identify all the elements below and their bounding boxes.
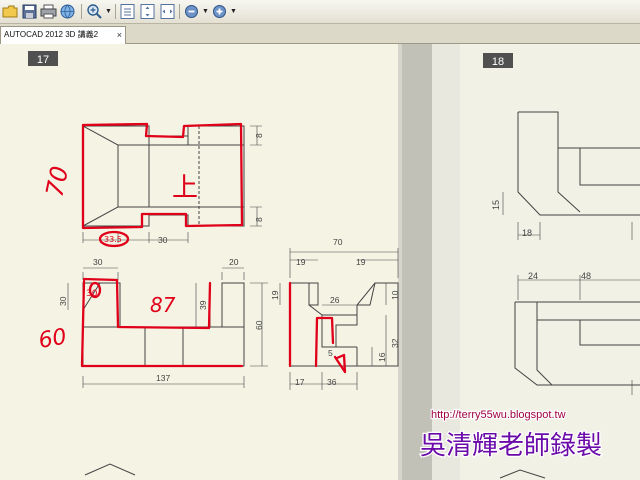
dim-30-side: 30 bbox=[58, 296, 68, 306]
page-gutter-shadow bbox=[402, 44, 432, 480]
hand-up: 上 bbox=[172, 173, 198, 203]
zoom-in-tool-button[interactable] bbox=[86, 3, 103, 20]
actual-size-icon bbox=[120, 4, 135, 19]
fit-width-button[interactable] bbox=[159, 3, 176, 20]
dim-8-top: 8 bbox=[254, 133, 264, 138]
watermark-credit: 吳清輝老師錄製 bbox=[420, 431, 602, 461]
zoom-in-button[interactable] bbox=[211, 3, 228, 20]
dim-5: 5 bbox=[328, 348, 333, 358]
folder-icon bbox=[2, 5, 18, 18]
fit-page-icon bbox=[140, 4, 155, 19]
floppy-disk-icon bbox=[22, 4, 37, 19]
printer-icon bbox=[40, 4, 57, 19]
toolbar-separator bbox=[81, 4, 82, 19]
hand-60: 60 bbox=[37, 324, 69, 353]
hand-30: 30 bbox=[86, 289, 98, 299]
dim-39: 39 bbox=[198, 300, 208, 310]
zoom-in-icon bbox=[213, 5, 226, 18]
dim-24: 24 bbox=[528, 271, 538, 281]
toolbar-separator bbox=[179, 4, 180, 19]
exercise-17-label: 17 bbox=[37, 54, 49, 66]
dim-48: 48 bbox=[581, 271, 591, 281]
dim-15: 15 bbox=[491, 200, 501, 210]
fit-width-icon bbox=[160, 4, 175, 19]
dim-32: 32 bbox=[390, 338, 400, 348]
dim-70: 70 bbox=[333, 237, 343, 247]
drawing-canvas: 17 18 8 8 30 30 20 30 39 60 137 70 19 19… bbox=[0, 44, 640, 480]
dim-17: 17 bbox=[295, 377, 305, 387]
hand-87: 87 bbox=[150, 293, 176, 317]
dim-19-left: 19 bbox=[296, 257, 306, 267]
exercise-18-label: 18 bbox=[492, 56, 504, 68]
dim-8-bottom: 8 bbox=[254, 217, 264, 222]
document-tab[interactable]: AUTOCAD 2012 3D 講義2 × bbox=[0, 26, 126, 44]
hand-circled: 33.5 bbox=[104, 235, 122, 244]
dim-30-top: 30 bbox=[93, 257, 103, 267]
document-viewer[interactable]: 17 18 8 8 30 30 20 30 39 60 137 70 19 19… bbox=[0, 44, 640, 480]
dim-19-vert: 19 bbox=[270, 290, 280, 300]
dim-26: 26 bbox=[330, 295, 340, 305]
tab-close-icon[interactable]: × bbox=[117, 27, 122, 43]
open-button[interactable] bbox=[2, 3, 19, 20]
dim-36: 36 bbox=[327, 377, 337, 387]
print-button[interactable] bbox=[40, 3, 57, 20]
zoom-out-icon bbox=[185, 5, 198, 18]
dim-20: 20 bbox=[229, 257, 239, 267]
magnifier-plus-icon bbox=[87, 4, 102, 19]
zoom-out-dropdown[interactable]: ▼ bbox=[202, 8, 209, 16]
actual-size-button[interactable] bbox=[119, 3, 136, 20]
document-tab-label: AUTOCAD 2012 3D 講義2 bbox=[4, 30, 99, 39]
toolbar-separator bbox=[115, 4, 116, 19]
zoom-out-button[interactable] bbox=[183, 3, 200, 20]
fit-page-button[interactable] bbox=[139, 3, 156, 20]
zoom-tool-dropdown[interactable]: ▼ bbox=[105, 8, 112, 16]
watermark-url: http://terry55wu.blogspot.tw bbox=[431, 409, 566, 421]
save-button[interactable] bbox=[21, 3, 38, 20]
dim-30-below: 30 bbox=[158, 235, 168, 245]
left-page bbox=[0, 44, 402, 480]
zoom-in-dropdown[interactable]: ▼ bbox=[230, 8, 237, 16]
dim-137: 137 bbox=[156, 373, 170, 383]
dim-18: 18 bbox=[522, 228, 532, 238]
dim-19-right: 19 bbox=[356, 257, 366, 267]
dim-60: 60 bbox=[254, 320, 264, 330]
dim-10: 10 bbox=[390, 290, 400, 300]
tab-bar: AUTOCAD 2012 3D 講義2 × bbox=[0, 24, 640, 44]
globe-icon bbox=[60, 4, 75, 19]
dim-16: 16 bbox=[377, 352, 387, 362]
share-button[interactable] bbox=[59, 3, 76, 20]
toolbar: ▼ ▼ ▼ bbox=[0, 0, 640, 24]
